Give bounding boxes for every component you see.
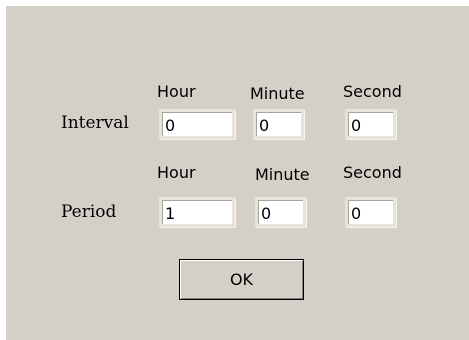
interval-label: Interval: [61, 113, 129, 133]
ok-button[interactable]: OK: [179, 259, 304, 300]
period-minute-header: Minute: [255, 165, 310, 184]
period-hour-header: Hour: [157, 163, 196, 182]
interval-second-input[interactable]: [348, 112, 393, 136]
period-label: Period: [61, 202, 117, 222]
interval-second-field[interactable]: [345, 109, 396, 139]
timer-settings-dialog: Hour Minute Second Interval Hour Minute …: [6, 6, 469, 340]
period-minute-field[interactable]: [255, 197, 306, 227]
period-second-input[interactable]: [348, 200, 393, 224]
interval-minute-input[interactable]: [256, 112, 301, 136]
period-hour-input[interactable]: [162, 200, 232, 224]
period-second-header: Second: [343, 163, 402, 182]
period-minute-input[interactable]: [258, 200, 303, 224]
interval-hour-field[interactable]: [159, 109, 235, 139]
interval-hour-header: Hour: [157, 82, 196, 101]
period-hour-field[interactable]: [159, 197, 235, 227]
period-second-field[interactable]: [345, 197, 396, 227]
interval-minute-field[interactable]: [253, 109, 304, 139]
interval-hour-input[interactable]: [162, 112, 232, 136]
interval-second-header: Second: [343, 82, 402, 101]
interval-minute-header: Minute: [250, 84, 305, 103]
